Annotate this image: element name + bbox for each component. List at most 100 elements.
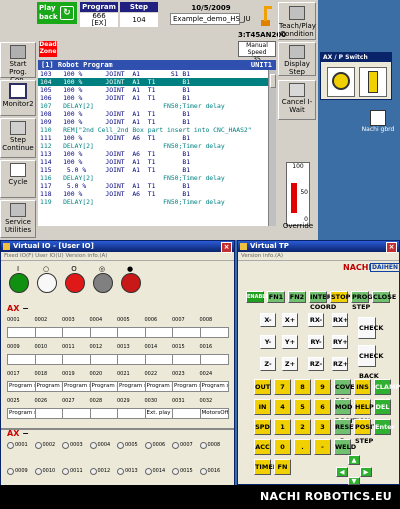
virtual-io-menu[interactable]: Fixed IO(F) User IO(U) Version info.(A) bbox=[1, 252, 234, 261]
program-line[interactable]: 117 5.0 % JOINT A1 T1 B1 bbox=[38, 182, 268, 190]
jog-minus-key[interactable]: X- bbox=[260, 313, 276, 327]
io-button[interactable] bbox=[144, 327, 174, 338]
keypad-key[interactable]: IN bbox=[254, 399, 271, 415]
io-button[interactable] bbox=[199, 354, 229, 365]
io-button[interactable] bbox=[117, 327, 146, 338]
io-button[interactable]: Program s bbox=[7, 408, 36, 419]
jog-rot-minus-key[interactable]: RY- bbox=[308, 335, 324, 349]
keypad-key[interactable]: - bbox=[314, 439, 331, 455]
io-button[interactable]: Program s bbox=[172, 381, 201, 392]
function-key[interactable]: STOP bbox=[330, 291, 350, 303]
io-button[interactable] bbox=[199, 327, 229, 338]
program-line[interactable]: 108 100 % JOINT A1 T1 B1 bbox=[38, 110, 268, 118]
cancel-iwait-button[interactable]: Cancel I-Wait bbox=[278, 80, 316, 120]
keypad-key[interactable]: HELP bbox=[354, 399, 374, 415]
io-lamp[interactable]: ● bbox=[121, 265, 141, 293]
keypad-key[interactable]: 1 bbox=[274, 419, 291, 435]
jog-plus-key[interactable]: X+ bbox=[282, 313, 298, 327]
step-continue-button[interactable]: Step Continue bbox=[0, 118, 36, 158]
check-go-key[interactable]: CHECK GO bbox=[358, 317, 383, 352]
keypad-key[interactable]: CLAMP ARC bbox=[374, 379, 400, 405]
io-button[interactable] bbox=[117, 408, 146, 419]
keypad-key[interactable]: 6 bbox=[314, 399, 331, 415]
program-line[interactable]: 112 DELAY[2] FN50;Timer delay bbox=[38, 142, 268, 150]
program-line[interactable]: 105 100 % JOINT A1 T1 B1 bbox=[38, 86, 268, 94]
keypad-key[interactable]: COVER REC bbox=[334, 379, 360, 405]
function-key[interactable]: FN2 bbox=[288, 291, 306, 303]
function-key[interactable]: PROG/ STEP bbox=[351, 291, 375, 311]
jog-minus-key[interactable]: Y- bbox=[260, 335, 276, 349]
io-button[interactable] bbox=[62, 354, 91, 365]
io-button[interactable] bbox=[34, 327, 64, 338]
teach-play-condition-button[interactable]: Teach/Play Condition bbox=[278, 2, 316, 40]
virtual-io-window[interactable]: Virtual IO - [User IO] × Fixed IO(F) Use… bbox=[0, 240, 235, 509]
io-button[interactable]: MotorsOff bbox=[199, 408, 229, 419]
keypad-key[interactable]: 8 bbox=[294, 379, 311, 395]
keypad-key[interactable]: RESET R bbox=[334, 419, 358, 445]
close-icon[interactable]: × bbox=[221, 242, 232, 253]
keypad-key[interactable]: 4 bbox=[274, 399, 291, 415]
jog-rot-plus-key[interactable]: RY+ bbox=[332, 335, 348, 349]
program-list[interactable]: 103 100 % JOINT A1 S1 B1 104 100 % JOINT … bbox=[38, 70, 268, 226]
desktop-shortcut[interactable]: Nachi gbrd bbox=[360, 110, 396, 133]
scrollbar-thumb[interactable] bbox=[270, 74, 276, 88]
cycle-button[interactable]: Cycle bbox=[0, 160, 36, 198]
jog-rot-plus-key[interactable]: RZ+ bbox=[332, 357, 348, 371]
service-utilities-button[interactable]: Service Utilities bbox=[0, 200, 36, 238]
io-button[interactable]: Ext. play bbox=[144, 408, 174, 419]
program-line[interactable]: 109 100 % JOINT A1 T1 B1 bbox=[38, 118, 268, 126]
io-button[interactable] bbox=[89, 327, 119, 338]
virtual-io-titlebar[interactable]: Virtual IO - [User IO] × bbox=[1, 241, 234, 253]
io-button[interactable] bbox=[172, 327, 201, 338]
program-line-selected[interactable]: 104 100 % JOINT A1 T1 B1 bbox=[38, 78, 268, 86]
keypad-key[interactable]: 2 bbox=[294, 419, 311, 435]
io-button[interactable]: Program s bbox=[34, 381, 64, 392]
program-line[interactable]: 103 100 % JOINT A1 S1 B1 bbox=[38, 70, 268, 78]
keypad-key[interactable]: 7 bbox=[274, 379, 291, 395]
io-button[interactable] bbox=[7, 354, 36, 365]
close-icon[interactable]: × bbox=[386, 242, 397, 253]
keypad-key[interactable]: FN bbox=[274, 459, 291, 475]
io-button[interactable] bbox=[172, 408, 201, 419]
program-line[interactable]: 113 100 % JOINT A6 T1 B1 bbox=[38, 150, 268, 158]
io-button[interactable] bbox=[89, 354, 119, 365]
io-lamp[interactable]: O bbox=[65, 265, 85, 293]
arrow-left-icon[interactable]: ◀ bbox=[336, 467, 348, 477]
arrow-down-icon[interactable]: ▼ bbox=[348, 477, 360, 485]
check-back-key[interactable]: CHECK BACK bbox=[358, 345, 383, 380]
io-button[interactable]: Program s bbox=[199, 381, 229, 392]
keypad-key[interactable]: ACC bbox=[254, 439, 271, 455]
arrow-right-icon[interactable]: ▶ bbox=[360, 467, 372, 477]
arrow-up-icon[interactable]: ▲ bbox=[348, 455, 360, 465]
start-program-button[interactable]: Start Prog. Con. Cont bbox=[0, 42, 36, 92]
function-key[interactable]: ENABLE bbox=[246, 291, 269, 303]
program-line[interactable]: 115 5.0 % JOINT A1 T1 B1 bbox=[38, 166, 268, 174]
function-key[interactable]: INTERP. COORD bbox=[309, 291, 338, 311]
io-button[interactable]: Program s bbox=[62, 381, 91, 392]
keypad-key[interactable]: 0 bbox=[274, 439, 291, 455]
keypad-key[interactable]: Enter bbox=[374, 419, 395, 435]
program-line[interactable]: 107 DELAY[2] FN50;Timer delay bbox=[38, 102, 268, 110]
keypad-key[interactable]: SPD bbox=[254, 419, 271, 435]
io-button[interactable]: Program s bbox=[117, 381, 146, 392]
io-button[interactable] bbox=[117, 354, 146, 365]
step-number[interactable]: 104 bbox=[120, 13, 158, 27]
io-button[interactable] bbox=[172, 354, 201, 365]
program-line[interactable]: 111 100 % JOINT A6 T1 B1 bbox=[38, 134, 268, 142]
keypad-key[interactable]: WELD bbox=[334, 439, 356, 455]
function-key[interactable]: FN1 bbox=[267, 291, 285, 303]
keypad-key[interactable]: 9 bbox=[314, 379, 331, 395]
io-lamp[interactable]: ○ bbox=[37, 265, 57, 293]
io-button[interactable] bbox=[34, 408, 64, 419]
playback-mode-indicator[interactable]: Play back ↻ bbox=[37, 2, 77, 24]
jog-plus-key[interactable]: Z+ bbox=[282, 357, 298, 371]
virtual-tp-titlebar[interactable]: Virtual TP × bbox=[238, 241, 399, 253]
program-number-field[interactable]: 666 [EX] bbox=[80, 13, 118, 27]
io-button[interactable] bbox=[89, 408, 119, 419]
program-line[interactable]: 116 DELAY[2] FN50;Timer delay bbox=[38, 174, 268, 182]
program-line[interactable]: 119 DELAY[2] FN50;Timer delay bbox=[38, 198, 268, 206]
io-lamp[interactable]: ◎ bbox=[93, 265, 113, 293]
axp-switch-window[interactable]: AX / P Switch bbox=[320, 52, 392, 100]
program-list-scrollbar[interactable] bbox=[268, 70, 276, 226]
io-button[interactable] bbox=[34, 354, 64, 365]
